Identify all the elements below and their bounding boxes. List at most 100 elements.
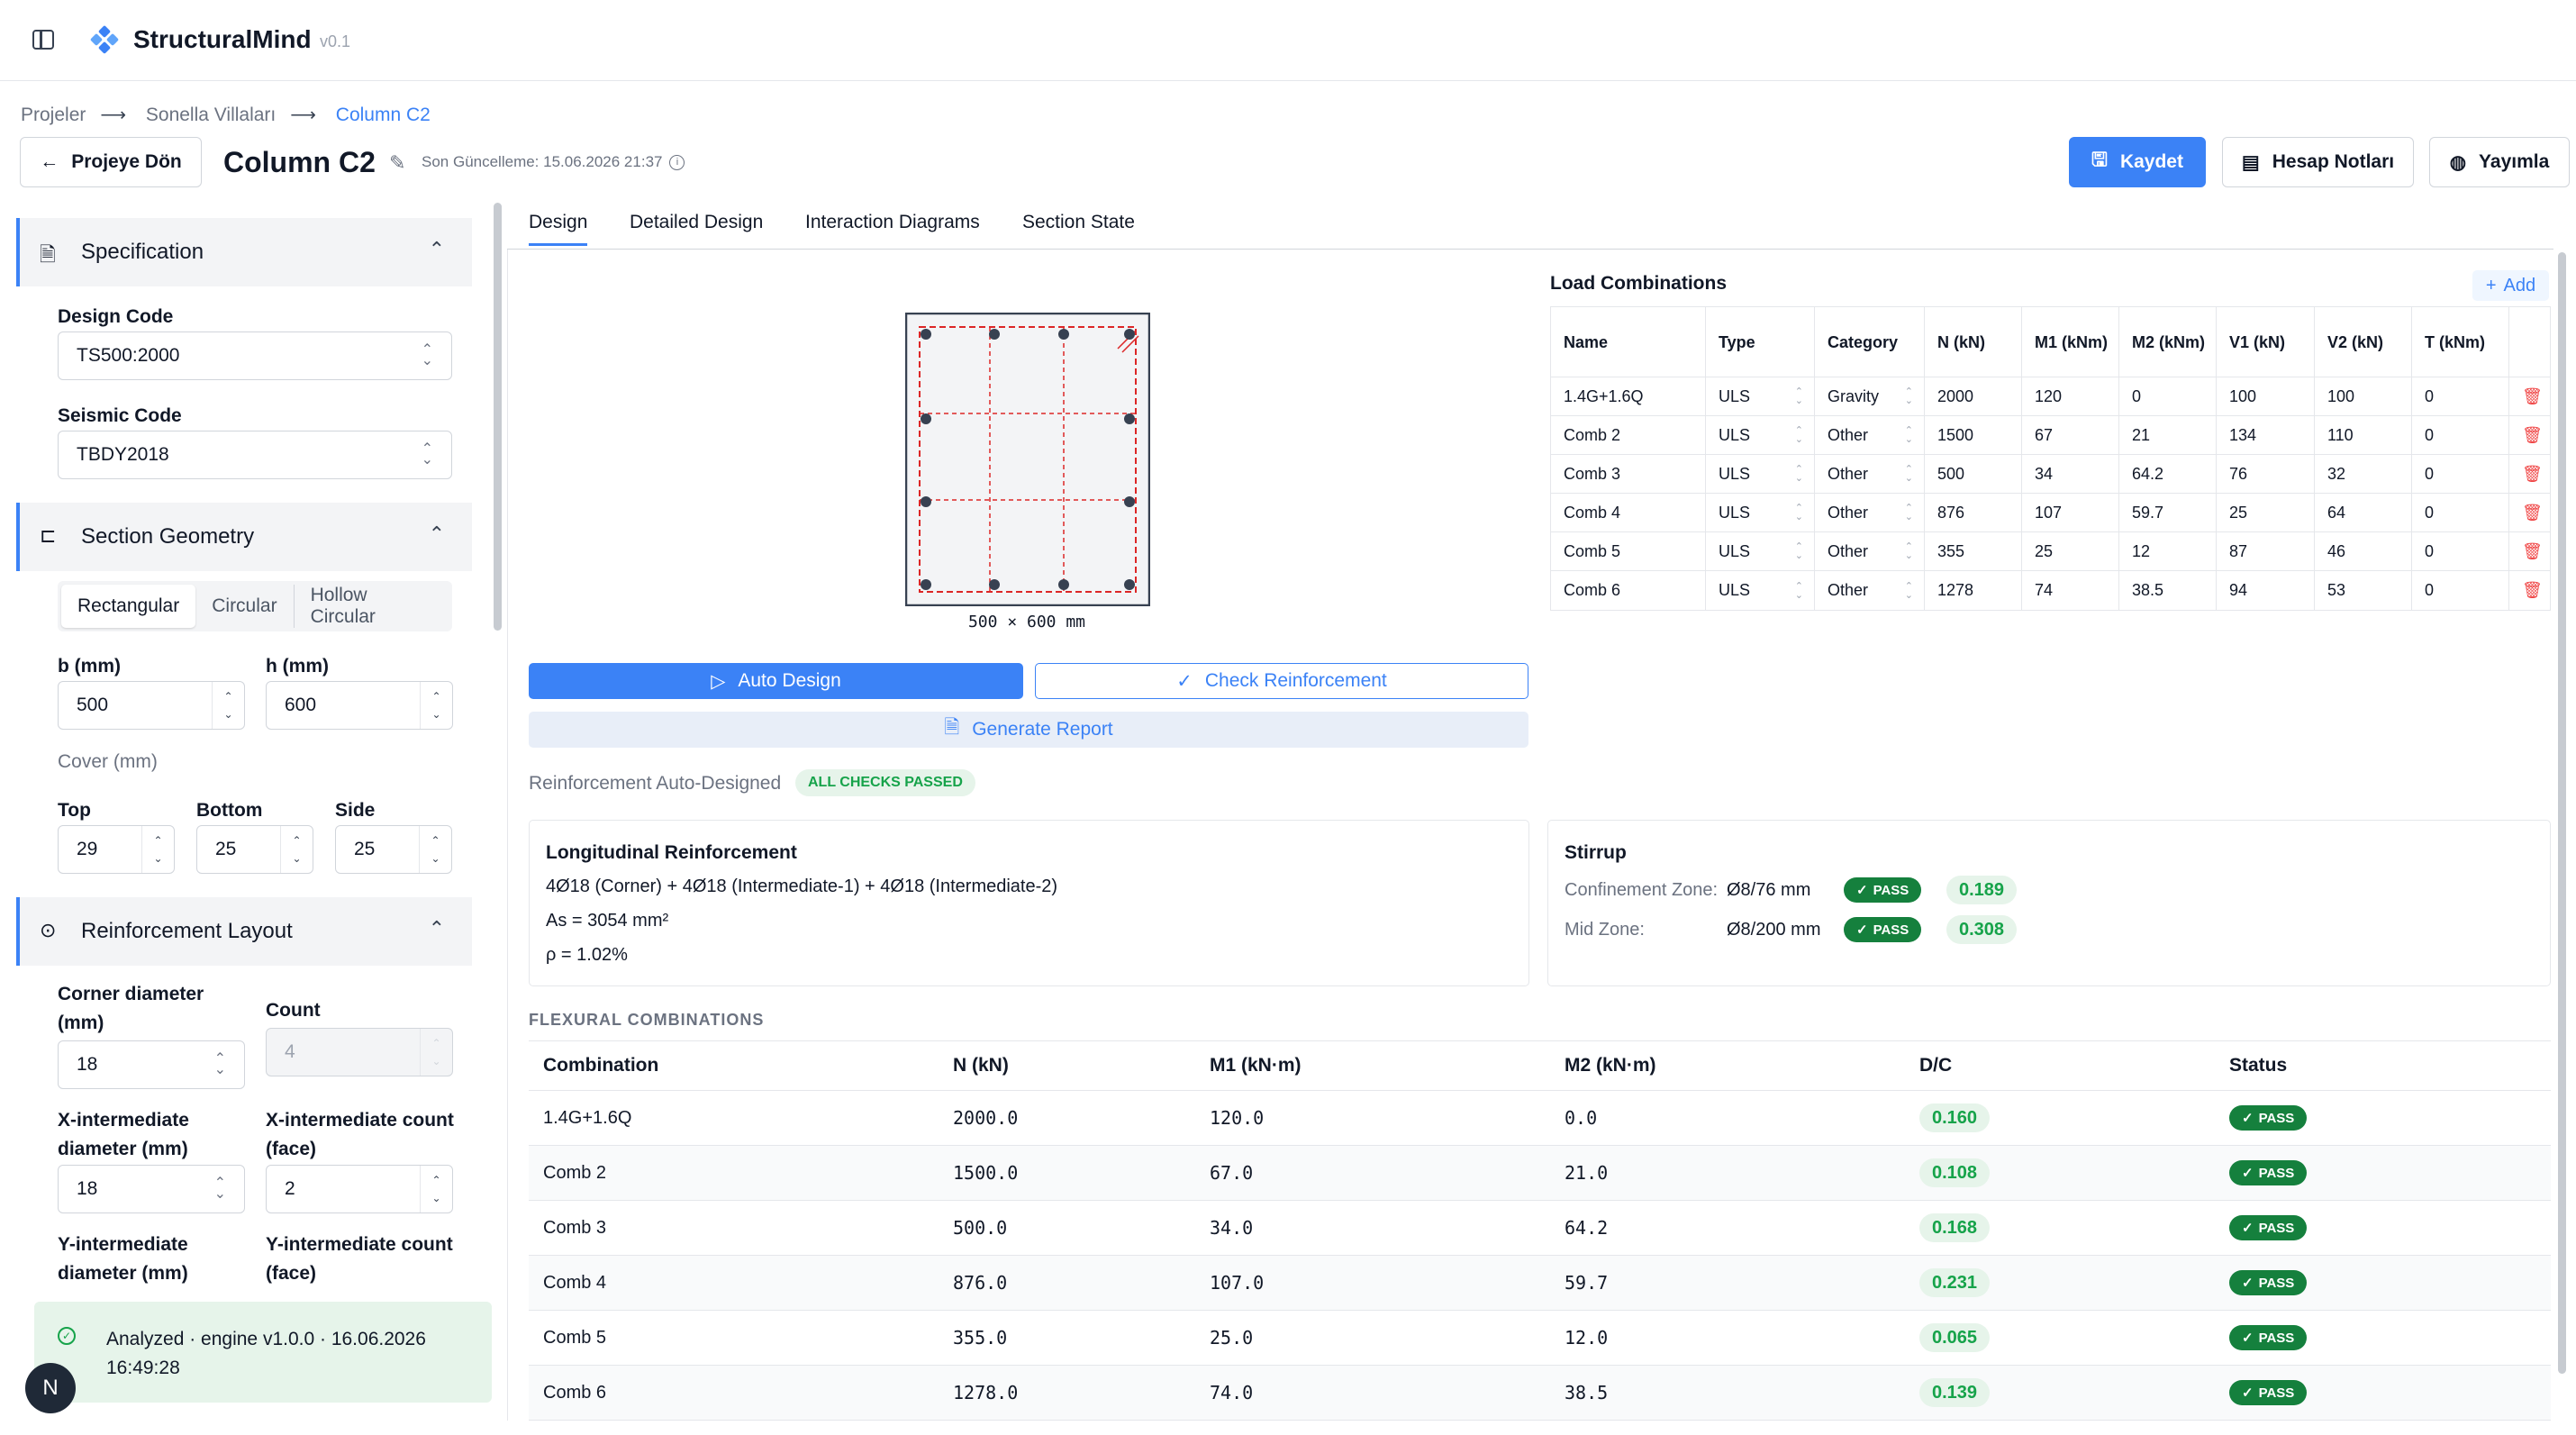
calc-notes-button[interactable]: ▤ Hesap Notları bbox=[2222, 137, 2414, 187]
design-code-select[interactable]: TS500:2000 ⌃ ⌄ bbox=[58, 332, 452, 380]
cell-input[interactable]: 25 bbox=[2022, 532, 2119, 570]
cell-input[interactable]: 12 bbox=[2119, 532, 2217, 570]
cell-input[interactable]: 0 bbox=[2412, 416, 2509, 454]
cell-input[interactable]: 21 bbox=[2119, 416, 2217, 454]
cell-input[interactable]: 53 bbox=[2315, 571, 2412, 610]
type-select[interactable]: ULS ⌃ ⌄ bbox=[1706, 532, 1815, 570]
add-combination-button[interactable]: + Add bbox=[2472, 270, 2549, 301]
main-scrollbar[interactable] bbox=[2558, 252, 2566, 1374]
cell-input[interactable]: 0 bbox=[2412, 494, 2509, 531]
reinforcement-layout-header[interactable]: ⊙ Reinforcement Layout ⌃ bbox=[16, 897, 472, 966]
sidebar-toggle-icon[interactable] bbox=[32, 30, 54, 50]
cell-input[interactable]: 0 bbox=[2412, 532, 2509, 570]
cell-input[interactable]: 1500 bbox=[1925, 416, 2022, 454]
delete-row-button[interactable]: 🗑 bbox=[2509, 416, 2551, 454]
cell-input[interactable]: 0 bbox=[2412, 571, 2509, 610]
shape-circular[interactable]: Circular bbox=[195, 585, 295, 628]
tab-interaction-diagrams[interactable]: Interaction Diagrams bbox=[805, 212, 980, 233]
category-select[interactable]: Other ⌃ ⌄ bbox=[1815, 494, 1925, 531]
cell-input[interactable]: 32 bbox=[2315, 455, 2412, 493]
cell-input[interactable]: 0 bbox=[2119, 377, 2217, 415]
corner-diameter-select[interactable]: 18 ⌃ ⌄ bbox=[58, 1040, 245, 1089]
delete-row-button[interactable]: 🗑 bbox=[2509, 455, 2551, 493]
cell-input[interactable]: 134 bbox=[2217, 416, 2315, 454]
shape-hollow-circular[interactable]: Hollow Circular bbox=[295, 585, 449, 628]
cell-input[interactable]: Comb 6 bbox=[1551, 571, 1706, 610]
cover-bottom-input[interactable]: 25 ⌃ ⌄ bbox=[196, 825, 313, 874]
category-select[interactable]: Other ⌃ ⌄ bbox=[1815, 416, 1925, 454]
cell-input[interactable]: 74 bbox=[2022, 571, 2119, 610]
x-intermediate-diameter-select[interactable]: 18 ⌃ ⌄ bbox=[58, 1165, 245, 1213]
info-icon[interactable]: i bbox=[669, 155, 685, 171]
back-to-project-button[interactable]: ← Projeye Dön bbox=[20, 137, 202, 187]
cell-input[interactable]: 34 bbox=[2022, 455, 2119, 493]
specification-header[interactable]: 🗎 Specification ⌃ bbox=[16, 218, 472, 286]
cover-top-input[interactable]: 29 ⌃ ⌄ bbox=[58, 825, 175, 874]
breadcrumb-project[interactable]: Sonella Villaları bbox=[146, 104, 276, 125]
x-intermediate-count-input[interactable]: 2 ⌃ ⌄ bbox=[266, 1165, 453, 1213]
cell-input[interactable]: 355 bbox=[1925, 532, 2022, 570]
delete-row-button[interactable]: 🗑 bbox=[2509, 532, 2551, 570]
breadcrumb-projects[interactable]: Projeler bbox=[21, 104, 86, 125]
cell-input[interactable]: 59.7 bbox=[2119, 494, 2217, 531]
cell-input[interactable]: 46 bbox=[2315, 532, 2412, 570]
cell-input[interactable]: 110 bbox=[2315, 416, 2412, 454]
publish-button[interactable]: ◍ Yayımla bbox=[2429, 137, 2570, 187]
generate-report-button[interactable]: 🗎 Generate Report bbox=[529, 712, 1528, 748]
cell-input[interactable]: 500 bbox=[1925, 455, 2022, 493]
edit-title-icon[interactable]: ✎ bbox=[389, 151, 405, 175]
cell-input[interactable]: Comb 4 bbox=[1551, 494, 1706, 531]
stepper-icon[interactable]: ⌃ ⌄ bbox=[280, 826, 313, 873]
stepper-icon[interactable]: ⌃ ⌄ bbox=[420, 682, 452, 729]
auto-design-button[interactable]: ▷ Auto Design bbox=[529, 663, 1023, 699]
cell-input[interactable]: 64.2 bbox=[2119, 455, 2217, 493]
nav-badge[interactable]: N bbox=[25, 1363, 76, 1413]
h-input[interactable]: 600 ⌃ ⌄ bbox=[266, 681, 453, 730]
b-input[interactable]: 500 ⌃ ⌄ bbox=[58, 681, 245, 730]
cell-input[interactable]: 0 bbox=[2412, 377, 2509, 415]
cell-input[interactable]: 1278 bbox=[1925, 571, 2022, 610]
cell-input[interactable]: 120 bbox=[2022, 377, 2119, 415]
cell-input[interactable]: 64 bbox=[2315, 494, 2412, 531]
delete-row-button[interactable]: 🗑 bbox=[2509, 571, 2551, 610]
cell-input[interactable]: 76 bbox=[2217, 455, 2315, 493]
cell-input[interactable]: 25 bbox=[2217, 494, 2315, 531]
save-button[interactable]: 🖫 Kaydet bbox=[2069, 137, 2206, 187]
cell-input[interactable]: 67 bbox=[2022, 416, 2119, 454]
cell-input[interactable]: 100 bbox=[2315, 377, 2412, 415]
cell-input[interactable]: 1.4G+1.6Q bbox=[1551, 377, 1706, 415]
type-select[interactable]: ULS ⌃ ⌄ bbox=[1706, 494, 1815, 531]
cell-input[interactable]: Comb 5 bbox=[1551, 532, 1706, 570]
tab-detailed-design[interactable]: Detailed Design bbox=[630, 212, 763, 233]
cell-input[interactable]: 107 bbox=[2022, 494, 2119, 531]
section-geometry-header[interactable]: ⊏ Section Geometry ⌃ bbox=[16, 503, 472, 571]
check-reinforcement-button[interactable]: ✓ Check Reinforcement bbox=[1035, 663, 1528, 699]
category-select[interactable]: Gravity ⌃ ⌄ bbox=[1815, 377, 1925, 415]
category-select[interactable]: Other ⌃ ⌄ bbox=[1815, 532, 1925, 570]
cell-input[interactable]: 38.5 bbox=[2119, 571, 2217, 610]
tab-section-state[interactable]: Section State bbox=[1022, 212, 1135, 233]
cell-input[interactable]: 94 bbox=[2217, 571, 2315, 610]
cell-input[interactable]: 87 bbox=[2217, 532, 2315, 570]
stepper-icon[interactable]: ⌃ ⌄ bbox=[420, 1166, 452, 1212]
cell-input[interactable]: Comb 3 bbox=[1551, 455, 1706, 493]
delete-row-button[interactable]: 🗑 bbox=[2509, 377, 2551, 415]
cover-side-input[interactable]: 25 ⌃ ⌄ bbox=[335, 825, 452, 874]
category-select[interactable]: Other ⌃ ⌄ bbox=[1815, 571, 1925, 610]
seismic-code-select[interactable]: TBDY2018 ⌃ ⌄ bbox=[58, 431, 452, 479]
sidebar-scrollbar[interactable] bbox=[494, 203, 502, 631]
type-select[interactable]: ULS ⌃ ⌄ bbox=[1706, 455, 1815, 493]
stepper-icon[interactable]: ⌃ ⌄ bbox=[212, 682, 244, 729]
type-select[interactable]: ULS ⌃ ⌄ bbox=[1706, 571, 1815, 610]
stepper-icon[interactable]: ⌃ ⌄ bbox=[141, 826, 174, 873]
delete-row-button[interactable]: 🗑 bbox=[2509, 494, 2551, 531]
cell-input[interactable]: 0 bbox=[2412, 455, 2509, 493]
stepper-icon[interactable]: ⌃ ⌄ bbox=[419, 826, 451, 873]
cell-input[interactable]: 876 bbox=[1925, 494, 2022, 531]
category-select[interactable]: Other ⌃ ⌄ bbox=[1815, 455, 1925, 493]
type-select[interactable]: ULS ⌃ ⌄ bbox=[1706, 416, 1815, 454]
tab-design[interactable]: Design bbox=[529, 212, 588, 246]
cell-input[interactable]: Comb 2 bbox=[1551, 416, 1706, 454]
cell-input[interactable]: 2000 bbox=[1925, 377, 2022, 415]
shape-rectangular[interactable]: Rectangular bbox=[61, 585, 196, 628]
